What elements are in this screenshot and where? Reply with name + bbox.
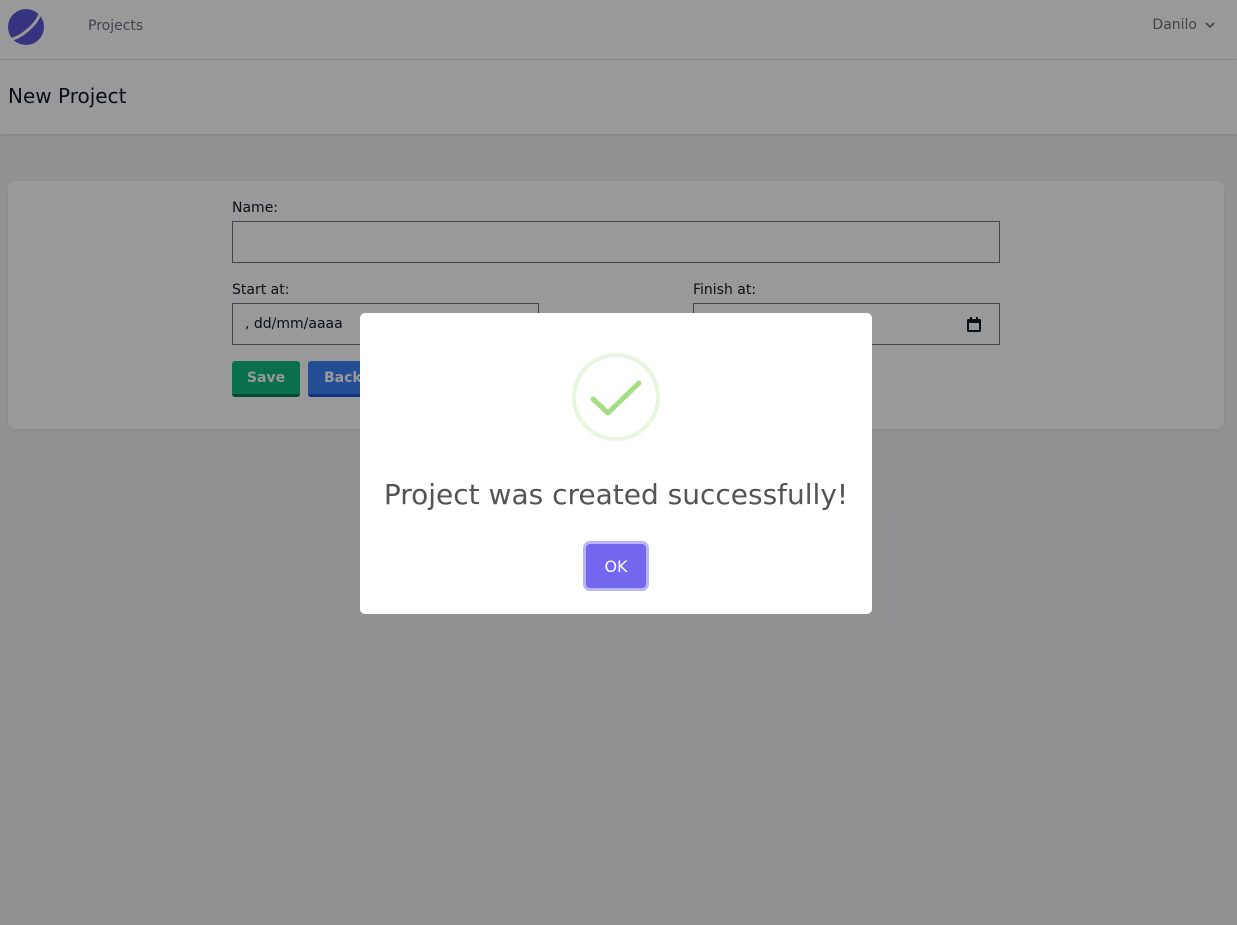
ok-button[interactable]: OK bbox=[586, 544, 646, 588]
success-check-icon bbox=[572, 353, 660, 441]
dialog-message: Project was created successfully! bbox=[383, 478, 849, 511]
success-dialog: Project was created successfully! OK bbox=[360, 313, 872, 614]
